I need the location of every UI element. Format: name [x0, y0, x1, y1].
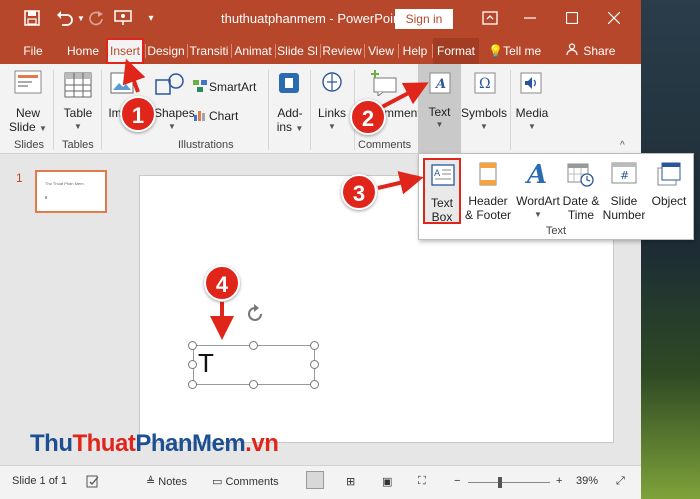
annotation-step-3: 3 [341, 174, 377, 210]
annotation-step-1: 1 [120, 96, 156, 132]
watermark-logo: ThuThuatPhanMem.vn [30, 430, 279, 457]
annotation-arrows [122, 58, 429, 340]
annotation-step-2: 2 [350, 99, 386, 135]
annotation-step-4: 4 [204, 265, 240, 301]
